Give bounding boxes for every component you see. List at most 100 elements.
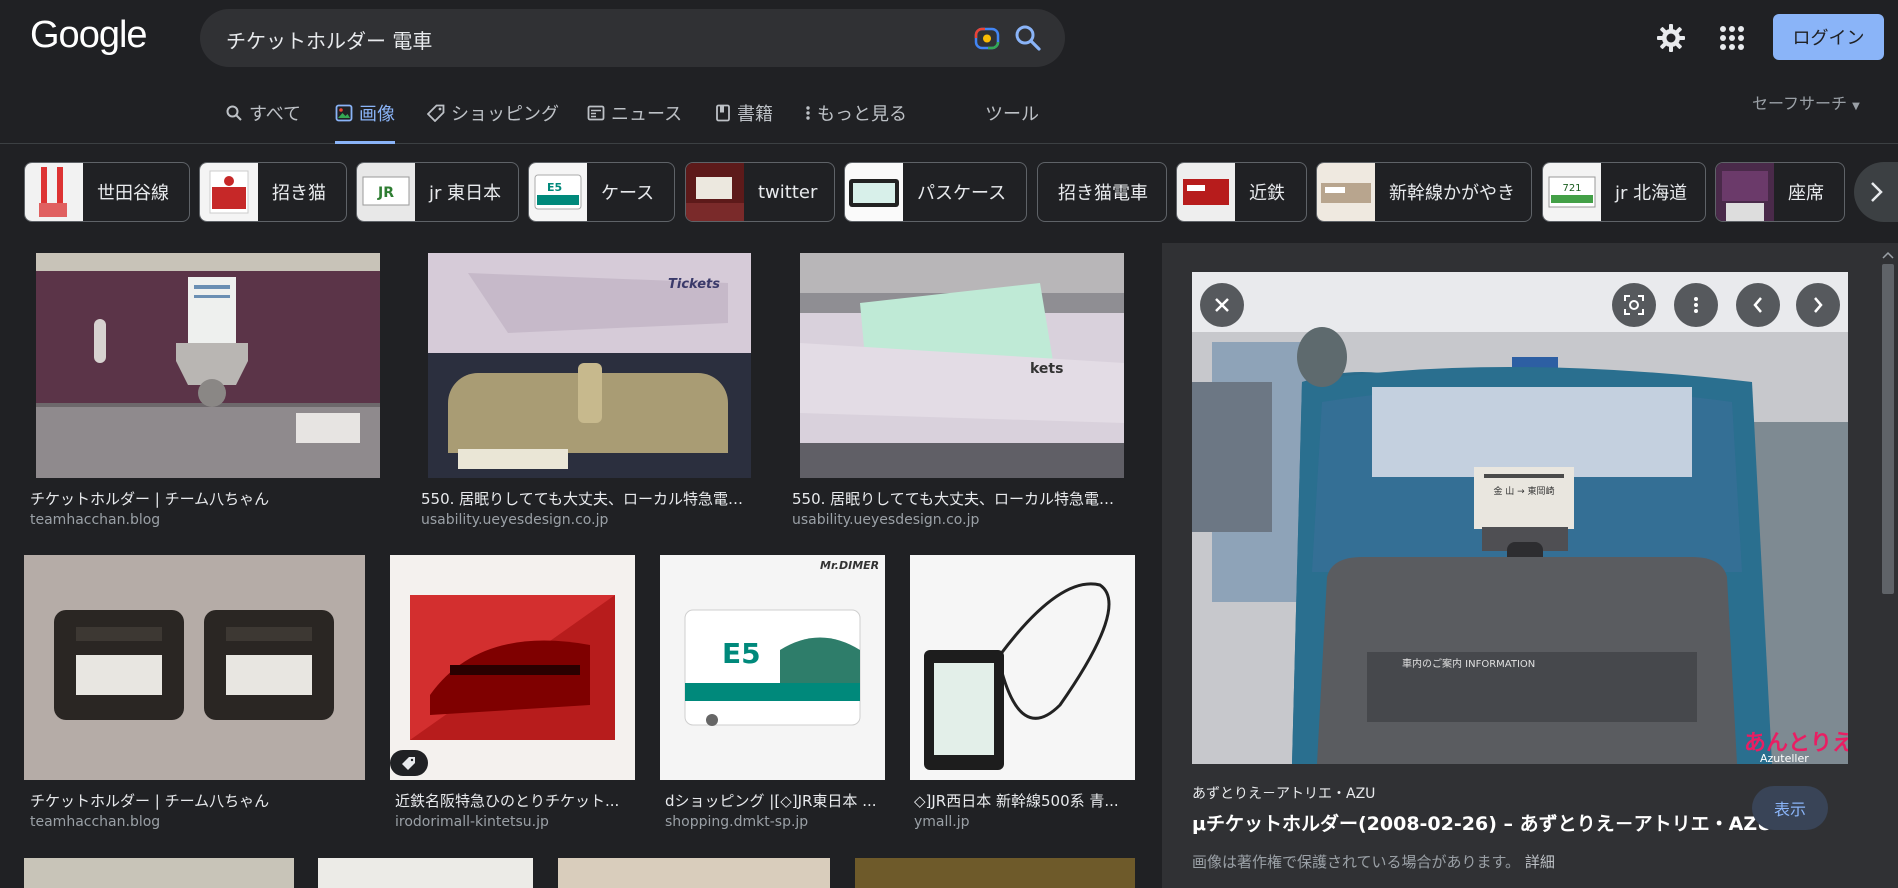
- result-image-3[interactable]: kets: [800, 253, 1124, 478]
- result-title[interactable]: dショッピング |[◇]JR東日本 ...: [665, 790, 885, 811]
- chip-label: パスケース: [917, 183, 1007, 204]
- preview-source[interactable]: あずとりえ－アトリエ・AZU: [1192, 783, 1375, 803]
- result-image-7[interactable]: [910, 555, 1135, 780]
- svg-text:721: 721: [1562, 183, 1581, 194]
- settings-gear-icon[interactable]: [1655, 22, 1687, 54]
- chip-thumbnail-image: [25, 163, 83, 221]
- chip-case[interactable]: E5 ケース: [528, 162, 675, 222]
- detail-link[interactable]: 詳細: [1525, 853, 1555, 871]
- safesearch-label: セーフサーチ: [1752, 94, 1848, 113]
- svg-text:E5: E5: [722, 637, 761, 670]
- result-title[interactable]: ◇]JR西日本 新幹線500系 青...: [914, 790, 1134, 811]
- chip-thumbnail-image: JR: [357, 163, 415, 221]
- result-image-2[interactable]: Tickets: [428, 253, 751, 478]
- view-button[interactable]: 表示: [1752, 786, 1828, 830]
- chip-label: 世田谷線: [97, 183, 169, 204]
- result-site[interactable]: shopping.dmkt-sp.jp: [665, 814, 808, 830]
- camera-lens-icon[interactable]: [973, 24, 1001, 52]
- chip-setagaya-line[interactable]: 世田谷線: [24, 162, 190, 222]
- close-preview-button[interactable]: [1200, 283, 1244, 327]
- close-icon: [1215, 298, 1229, 312]
- chip-shinkansen-kagayaki[interactable]: 新幹線かがやき: [1316, 162, 1532, 222]
- result-image-8[interactable]: [24, 858, 294, 888]
- chip-maneki-neko[interactable]: 招き猫: [199, 162, 347, 222]
- ticket-text: 金 山 → 東岡崎: [1493, 485, 1554, 497]
- chip-thumbnail-image: [1317, 163, 1375, 221]
- chip-label: 近鉄: [1249, 183, 1285, 204]
- tab-more[interactable]: もっと見る: [805, 100, 907, 144]
- image-preview-panel: 金 山 → 東岡崎 車内のご案内 INFORMATION あんとりえ Azute…: [1162, 243, 1898, 888]
- chip-jr-east[interactable]: JR jr 東日本: [356, 162, 519, 222]
- news-icon: [587, 105, 605, 121]
- result-title[interactable]: 近鉄名阪特急ひのとりチケット...: [395, 790, 635, 811]
- result-image-5[interactable]: [390, 555, 635, 780]
- tag-icon: [427, 104, 445, 122]
- result-site[interactable]: ymall.jp: [914, 814, 970, 830]
- safesearch-dropdown[interactable]: セーフサーチ ▼: [1752, 90, 1860, 114]
- chip-twitter[interactable]: twitter: [685, 162, 835, 222]
- result-title[interactable]: チケットホルダー | チーム八ちゃん: [30, 790, 360, 811]
- tab-news[interactable]: ニュース: [587, 100, 682, 144]
- seat-pocket-image: Tickets: [428, 253, 751, 478]
- chip-label: twitter: [758, 181, 818, 203]
- tab-shopping[interactable]: ショッピング: [427, 100, 559, 144]
- result-image-1[interactable]: [36, 253, 380, 478]
- chip-label: 招き猫電車: [1058, 183, 1148, 204]
- lens-scan-icon: [1624, 295, 1644, 315]
- preview-scrollbar[interactable]: [1880, 250, 1896, 888]
- chip-thumbnail-image: [1716, 163, 1774, 221]
- result-site[interactable]: teamhacchan.blog: [30, 512, 160, 528]
- svg-text:kets: kets: [1030, 361, 1063, 377]
- result-image-4[interactable]: [24, 555, 365, 780]
- more-options-button[interactable]: [1674, 283, 1718, 327]
- search-box[interactable]: チケットホルダー 電車: [200, 9, 1065, 67]
- more-vert-icon: [1694, 297, 1698, 313]
- result-title[interactable]: 550. 居眠りしてても大丈夫、ローカル特急電車...: [421, 488, 757, 509]
- apps-grid-icon[interactable]: [1718, 24, 1746, 52]
- previous-image-button[interactable]: [1736, 283, 1780, 327]
- svg-text:Tickets: Tickets: [668, 277, 720, 292]
- result-title[interactable]: チケットホルダー | チーム八ちゃん: [30, 488, 380, 509]
- google-logo[interactable]: Google: [30, 14, 148, 57]
- result-image-9[interactable]: [318, 858, 533, 888]
- result-image-6[interactable]: Mr.DIMER E5: [660, 555, 885, 780]
- chip-label: jr 北海道: [1615, 183, 1688, 204]
- svg-text:E5: E5: [547, 181, 562, 194]
- chip-maneki-neko-train[interactable]: 招き猫電車: [1037, 162, 1167, 222]
- more-vert-icon: [806, 106, 810, 120]
- tab-images[interactable]: 画像: [335, 100, 395, 144]
- book-icon: [716, 104, 730, 122]
- tools-button[interactable]: ツール: [985, 100, 1039, 126]
- search-input[interactable]: チケットホルダー 電車: [226, 25, 432, 54]
- result-title[interactable]: 550. 居眠りしてても大丈夫、ローカル特急電車...: [792, 488, 1128, 509]
- login-button[interactable]: ログイン: [1773, 14, 1884, 60]
- scroll-up-arrow-icon: [1882, 251, 1894, 259]
- train-seat-ticket-holder-image: 金 山 → 東岡崎 車内のご案内 INFORMATION あんとりえ Azute…: [1192, 272, 1848, 764]
- next-image-button[interactable]: [1796, 283, 1840, 327]
- result-site[interactable]: usability.ueyesdesign.co.jp: [792, 512, 979, 528]
- chip-thumbnail-image: [1177, 163, 1235, 221]
- chip-kintetsu[interactable]: 近鉄: [1176, 162, 1307, 222]
- tab-books[interactable]: 書籍: [715, 100, 773, 144]
- tab-label: ショッピング: [451, 104, 559, 125]
- lens-search-button[interactable]: [1612, 283, 1656, 327]
- tab-all[interactable]: すべて: [225, 100, 301, 144]
- scrollbar-thumb[interactable]: [1882, 264, 1894, 594]
- preview-image[interactable]: 金 山 → 東岡崎 車内のご案内 INFORMATION あんとりえ Azute…: [1192, 272, 1848, 764]
- chip-jr-hokkaido[interactable]: 721 jr 北海道: [1542, 162, 1706, 222]
- result-image-11[interactable]: [855, 858, 1135, 888]
- chip-pass-case[interactable]: パスケース: [844, 162, 1027, 222]
- tab-label: ニュース: [611, 104, 683, 125]
- copyright-note: 画像は著作権で保護されている場合があります。 詳細: [1192, 851, 1555, 872]
- chips-next-button[interactable]: [1854, 162, 1898, 222]
- chevron-right-icon: [1871, 182, 1883, 202]
- result-site[interactable]: irodorimall-kintetsu.jp: [395, 814, 549, 830]
- preview-title[interactable]: μチケットホルダー(2008-02-26) – あずとりえ－アトリエ・AZU－: [1192, 809, 1792, 836]
- result-site[interactable]: usability.ueyesdesign.co.jp: [421, 512, 608, 528]
- result-image-10[interactable]: [558, 858, 830, 888]
- tab-label: すべて: [249, 104, 302, 125]
- chip-seat[interactable]: 座席: [1715, 162, 1845, 222]
- chip-label: 招き猫: [272, 183, 326, 204]
- search-icon[interactable]: [1013, 23, 1043, 53]
- result-site[interactable]: teamhacchan.blog: [30, 814, 160, 830]
